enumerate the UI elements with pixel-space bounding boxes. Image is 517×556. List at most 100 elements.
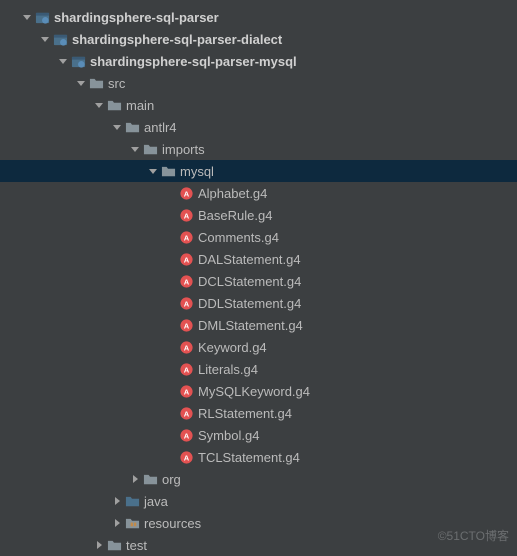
tree-label: shardingsphere-sql-parser-dialect — [72, 32, 282, 47]
antlr-file-icon: A — [178, 405, 194, 421]
tree-row-file[interactable]: A Comments.g4 — [0, 226, 517, 248]
tree-row-module[interactable]: shardingsphere-sql-parser — [0, 6, 517, 28]
chevron-down-icon[interactable] — [110, 123, 124, 131]
tree-label: BaseRule.g4 — [198, 208, 272, 223]
antlr-file-icon: A — [178, 317, 194, 333]
chevron-down-icon[interactable] — [128, 145, 142, 153]
chevron-down-icon[interactable] — [38, 35, 52, 43]
svg-text:A: A — [183, 211, 189, 220]
chevron-down-icon[interactable] — [20, 13, 34, 21]
chevron-right-icon[interactable] — [110, 497, 124, 505]
svg-text:A: A — [183, 255, 189, 264]
chevron-down-icon[interactable] — [74, 79, 88, 87]
antlr-file-icon: A — [178, 185, 194, 201]
tree-row-folder[interactable]: main — [0, 94, 517, 116]
tree-row-file[interactable]: A MySQLKeyword.g4 — [0, 380, 517, 402]
tree-label: mysql — [180, 164, 214, 179]
tree-row-file[interactable]: A TCLStatement.g4 — [0, 446, 517, 468]
chevron-right-icon[interactable] — [92, 541, 106, 549]
tree-label: DALStatement.g4 — [198, 252, 301, 267]
tree-label: DCLStatement.g4 — [198, 274, 301, 289]
chevron-down-icon[interactable] — [92, 101, 106, 109]
tree-label: Keyword.g4 — [198, 340, 267, 355]
antlr-file-icon: A — [178, 383, 194, 399]
chevron-down-icon[interactable] — [56, 57, 70, 65]
tree-label: shardingsphere-sql-parser-mysql — [90, 54, 297, 69]
tree-row-folder[interactable]: src — [0, 72, 517, 94]
tree-row-folder[interactable]: antlr4 — [0, 116, 517, 138]
antlr-file-icon: A — [178, 427, 194, 443]
tree-label: antlr4 — [144, 120, 177, 135]
tree-label: Literals.g4 — [198, 362, 258, 377]
folder-icon — [160, 163, 176, 179]
tree-row-module[interactable]: shardingsphere-sql-parser-dialect — [0, 28, 517, 50]
project-tree[interactable]: shardingsphere-sql-parser shardingsphere… — [0, 0, 517, 556]
svg-text:A: A — [183, 299, 189, 308]
folder-icon — [124, 119, 140, 135]
folder-icon — [106, 97, 122, 113]
tree-row-file[interactable]: A DDLStatement.g4 — [0, 292, 517, 314]
tree-label: DMLStatement.g4 — [198, 318, 303, 333]
tree-label: MySQLKeyword.g4 — [198, 384, 310, 399]
tree-label: imports — [162, 142, 205, 157]
chevron-right-icon[interactable] — [110, 519, 124, 527]
chevron-down-icon[interactable] — [146, 167, 160, 175]
tree-label: test — [126, 538, 147, 553]
svg-text:A: A — [183, 321, 189, 330]
tree-label: main — [126, 98, 154, 113]
antlr-file-icon: A — [178, 251, 194, 267]
folder-icon — [142, 141, 158, 157]
watermark-text: ©51CTO博客 — [438, 527, 509, 544]
svg-text:A: A — [183, 189, 189, 198]
antlr-file-icon: A — [178, 449, 194, 465]
antlr-file-icon: A — [178, 339, 194, 355]
tree-label: DDLStatement.g4 — [198, 296, 301, 311]
tree-label: java — [144, 494, 168, 509]
tree-label: TCLStatement.g4 — [198, 450, 300, 465]
tree-label: Comments.g4 — [198, 230, 279, 245]
tree-row-file[interactable]: A Symbol.g4 — [0, 424, 517, 446]
tree-label: RLStatement.g4 — [198, 406, 292, 421]
antlr-file-icon: A — [178, 361, 194, 377]
tree-row-file[interactable]: A DALStatement.g4 — [0, 248, 517, 270]
tree-label: Symbol.g4 — [198, 428, 259, 443]
antlr-file-icon: A — [178, 295, 194, 311]
source-folder-icon — [124, 493, 140, 509]
svg-text:A: A — [183, 365, 189, 374]
svg-text:A: A — [183, 387, 189, 396]
tree-row-file[interactable]: A Keyword.g4 — [0, 336, 517, 358]
tree-row-file[interactable]: A DMLStatement.g4 — [0, 314, 517, 336]
antlr-file-icon: A — [178, 207, 194, 223]
tree-row-module[interactable]: shardingsphere-sql-parser-mysql — [0, 50, 517, 72]
tree-label: src — [108, 76, 125, 91]
svg-text:A: A — [183, 233, 189, 242]
tree-row-file[interactable]: A Alphabet.g4 — [0, 182, 517, 204]
tree-label: resources — [144, 516, 201, 531]
antlr-file-icon: A — [178, 273, 194, 289]
svg-text:A: A — [183, 453, 189, 462]
tree-row-folder[interactable]: java — [0, 490, 517, 512]
folder-icon — [88, 75, 104, 91]
svg-text:A: A — [183, 343, 189, 352]
module-icon — [52, 31, 68, 47]
antlr-file-icon: A — [178, 229, 194, 245]
tree-label: shardingsphere-sql-parser — [54, 10, 219, 25]
svg-text:A: A — [183, 431, 189, 440]
svg-text:A: A — [183, 409, 189, 418]
tree-row-folder[interactable]: imports — [0, 138, 517, 160]
chevron-right-icon[interactable] — [128, 475, 142, 483]
module-icon — [34, 9, 50, 25]
tree-row-file[interactable]: A RLStatement.g4 — [0, 402, 517, 424]
tree-row-folder-selected[interactable]: mysql — [0, 160, 517, 182]
svg-text:A: A — [183, 277, 189, 286]
folder-icon — [106, 537, 122, 553]
tree-row-folder[interactable]: org — [0, 468, 517, 490]
folder-icon — [142, 471, 158, 487]
resources-folder-icon — [124, 515, 140, 531]
module-icon — [70, 53, 86, 69]
tree-row-file[interactable]: A DCLStatement.g4 — [0, 270, 517, 292]
tree-label: org — [162, 472, 181, 487]
tree-row-file[interactable]: A Literals.g4 — [0, 358, 517, 380]
tree-label: Alphabet.g4 — [198, 186, 267, 201]
tree-row-file[interactable]: A BaseRule.g4 — [0, 204, 517, 226]
